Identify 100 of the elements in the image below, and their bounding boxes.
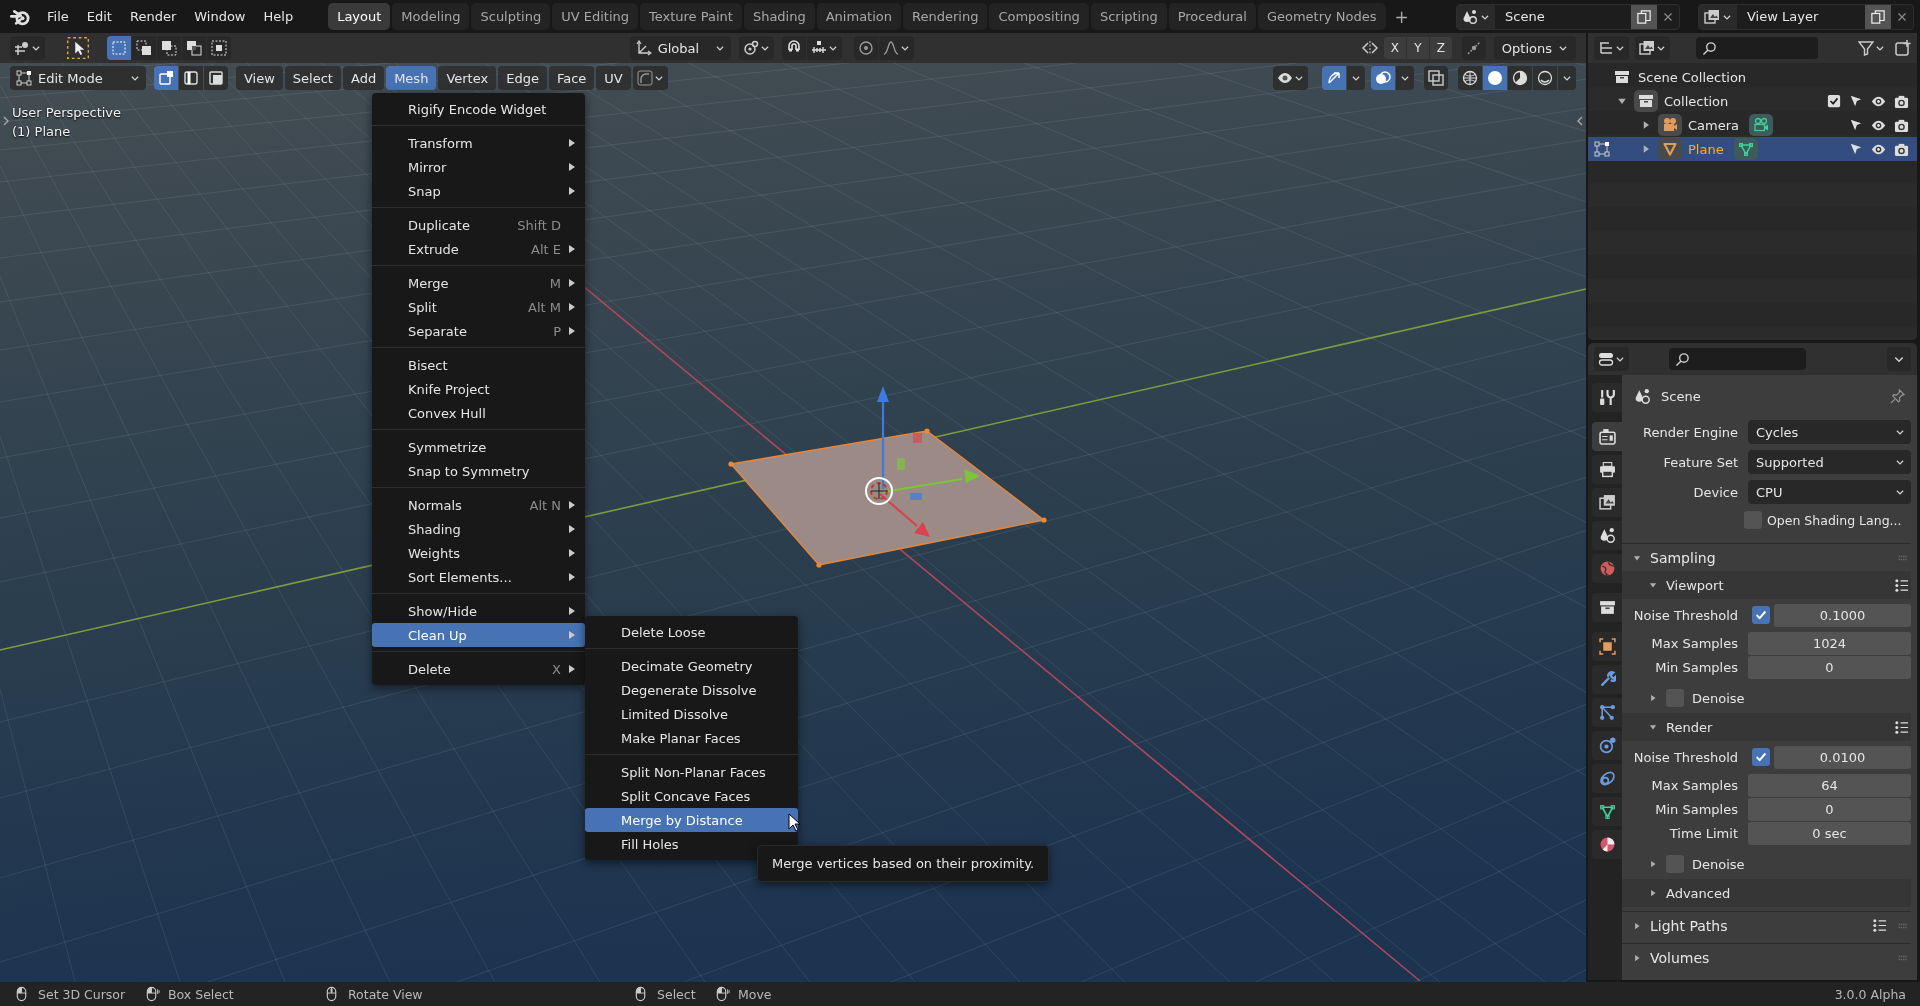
invert-selection-button[interactable]: [182, 36, 206, 60]
properties-tab[interactable]: [1592, 593, 1622, 622]
edge-select-button[interactable]: [179, 66, 203, 90]
toolbar-toggle-icon[interactable]: [2, 116, 10, 126]
number-field[interactable]: 0.0100: [1774, 745, 1911, 769]
menu-item[interactable]: Convex Hull: [372, 401, 585, 425]
snap-target-button[interactable]: [807, 36, 843, 60]
preset-list-icon[interactable]: [1894, 577, 1909, 593]
vertex-select-button[interactable]: [154, 66, 178, 90]
menu-item[interactable]: Mirror: [372, 155, 585, 179]
dropdown-field[interactable]: Cycles: [1748, 420, 1911, 444]
workspace-tab[interactable]: Modeling: [392, 3, 470, 30]
menu-item[interactable]: Edit: [77, 4, 121, 29]
properties-tab[interactable]: [1592, 731, 1622, 760]
options-dropdown[interactable]: Options: [1493, 36, 1576, 60]
subpanel-header[interactable]: Render: [1622, 713, 1911, 741]
gizmo-options-button[interactable]: [1347, 66, 1365, 90]
camera-icon[interactable]: [1894, 93, 1909, 109]
xray-toggle[interactable]: [1424, 66, 1448, 90]
menu-item[interactable]: Split Non-Planar Faces: [585, 760, 798, 784]
menu-item[interactable]: Bisect: [372, 353, 585, 377]
number-field[interactable]: 0 sec: [1748, 821, 1911, 845]
workspace-tab[interactable]: Sculpting: [471, 3, 551, 30]
number-field[interactable]: 0: [1748, 797, 1911, 821]
view-mode-button[interactable]: [1635, 36, 1670, 60]
menu-item[interactable]: Knife Project: [372, 377, 585, 401]
menu-item[interactable]: Window: [185, 4, 255, 29]
menu-item[interactable]: Symmetrize: [372, 435, 585, 459]
pin-icon[interactable]: [1890, 388, 1905, 404]
search-field[interactable]: [1696, 37, 1818, 59]
workspace-tab[interactable]: Scripting: [1090, 3, 1167, 30]
subpanel-header[interactable]: Viewport: [1622, 571, 1911, 599]
workspace-tab[interactable]: Layout: [328, 3, 391, 30]
pointer-arrow-icon[interactable]: [1849, 118, 1863, 132]
workspace-tab[interactable]: Animation: [816, 3, 901, 30]
menu-item[interactable]: Delete Loose: [585, 620, 798, 644]
properties-tab[interactable]: [1592, 698, 1622, 727]
menu-item[interactable]: Make Planar Faces: [585, 726, 798, 750]
new-collection-icon[interactable]: [1895, 40, 1911, 56]
checkbox[interactable]: [1752, 748, 1770, 766]
menu-item[interactable]: Merge by Distance: [585, 808, 798, 832]
properties-tab[interactable]: [1592, 764, 1622, 793]
menu-item[interactable]: Merge M: [372, 271, 585, 295]
snap-toggle[interactable]: [782, 36, 807, 60]
properties-tab[interactable]: [1592, 488, 1622, 517]
number-field[interactable]: 0.1000: [1774, 603, 1911, 627]
shading-button[interactable]: [1458, 66, 1482, 90]
properties-tab[interactable]: [1592, 632, 1622, 661]
extend-selection-button[interactable]: [132, 36, 156, 60]
number-field[interactable]: 1024: [1748, 631, 1911, 655]
axis-toggle[interactable]: Y: [1406, 37, 1429, 59]
properties-tab[interactable]: [1592, 422, 1622, 451]
workspace-tab[interactable]: Texture Paint: [640, 3, 742, 30]
auto-merge-button[interactable]: [1461, 36, 1486, 60]
shading-button[interactable]: [1508, 66, 1532, 90]
mode-dropdown[interactable]: Edit Mode: [10, 66, 146, 90]
shading-button[interactable]: [1533, 66, 1557, 90]
falloff-button[interactable]: [879, 36, 915, 60]
axis-toggle[interactable]: Z: [1429, 37, 1452, 59]
menu-item[interactable]: File: [38, 4, 78, 29]
menu-item[interactable]: Transform: [372, 131, 585, 155]
menu-item[interactable]: Decimate Geometry: [585, 654, 798, 678]
options-button[interactable]: [1887, 347, 1911, 371]
workspace-tab[interactable]: Geometry Nodes: [1257, 3, 1386, 30]
menu-item[interactable]: Separate P: [372, 319, 585, 343]
menu-item[interactable]: Split Alt M: [372, 295, 585, 319]
pointer-arrow-icon[interactable]: [1849, 142, 1863, 156]
header-menu[interactable]: View: [236, 66, 283, 90]
checkbox[interactable]: [1752, 606, 1770, 624]
menu-item[interactable]: Shading: [372, 517, 585, 541]
header-menu[interactable]: Add: [342, 66, 385, 90]
tree-row[interactable]: Collection: [1588, 89, 1917, 113]
dropdown-field[interactable]: Supported: [1748, 450, 1911, 474]
preset-list-icon[interactable]: [1872, 918, 1887, 933]
camera-icon[interactable]: [1894, 141, 1909, 157]
menu-item[interactable]: Sort Elements...: [372, 565, 585, 589]
number-field[interactable]: 0: [1748, 655, 1911, 679]
menu-item[interactable]: Delete X: [372, 657, 585, 681]
menu-item[interactable]: Render: [120, 4, 186, 29]
proportional-curve-button[interactable]: [632, 66, 668, 90]
intersect-selection-button[interactable]: [207, 36, 231, 60]
properties-tab[interactable]: [1592, 383, 1622, 412]
workspace-tab[interactable]: Shading: [743, 3, 815, 30]
overlay-toggle[interactable]: [1371, 66, 1395, 90]
menu-item[interactable]: Snap to Symmetry: [372, 459, 585, 483]
menu-item[interactable]: Duplicate Shift D: [372, 213, 585, 237]
header-menu[interactable]: Vertex: [438, 66, 497, 90]
workspace-tab[interactable]: Procedural: [1168, 3, 1256, 30]
header-menu[interactable]: UV: [596, 66, 631, 90]
camera-icon[interactable]: [1894, 117, 1909, 133]
checkbox-icon[interactable]: [1827, 94, 1841, 108]
menu-item[interactable]: Snap: [372, 179, 585, 203]
menu-item[interactable]: Weights: [372, 541, 585, 565]
subtract-selection-button[interactable]: [157, 36, 181, 60]
pivot-point-button[interactable]: [739, 36, 775, 60]
number-field[interactable]: 64: [1748, 773, 1911, 797]
header-menu[interactable]: Mesh: [386, 66, 437, 90]
subpanel-header[interactable]: Advanced: [1622, 879, 1911, 907]
add-workspace-button[interactable]: +: [1390, 4, 1413, 29]
editor-type-button[interactable]: [1594, 347, 1629, 371]
